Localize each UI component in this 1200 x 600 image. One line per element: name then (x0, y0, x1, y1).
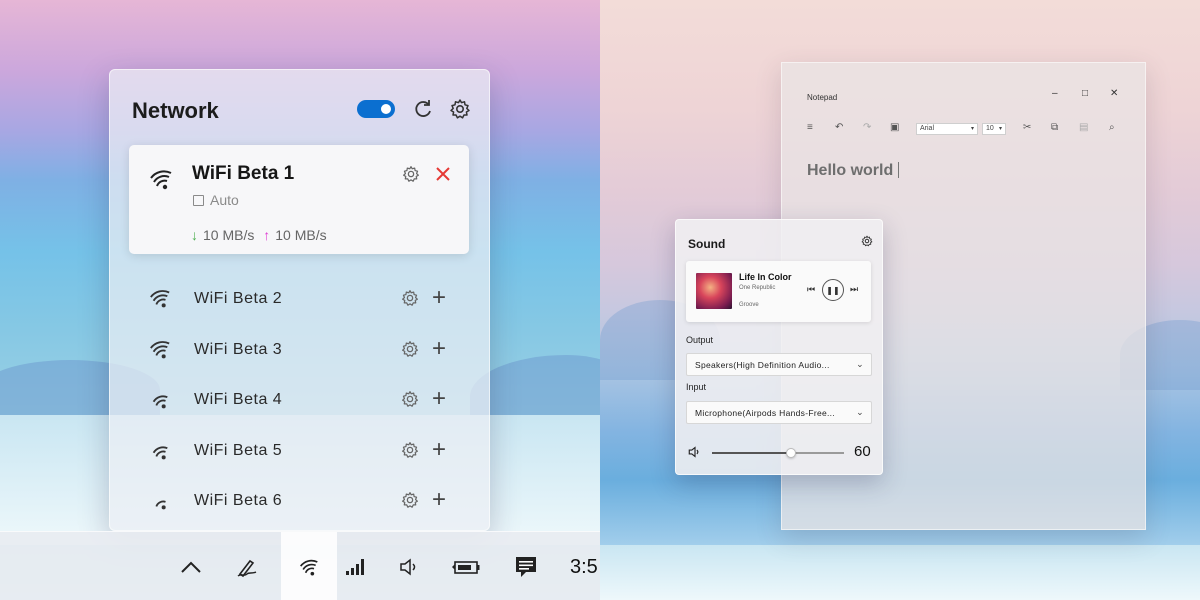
auto-connect-label: Auto (210, 192, 239, 208)
paste-icon[interactable]: ▤ (1079, 122, 1088, 133)
input-device-value: Microphone(Airpods Hands-Free... (695, 408, 835, 418)
output-device-dropdown[interactable]: Speakers(High Definition Audio... ⌄ (686, 353, 872, 376)
connect-plus-icon[interactable]: + (432, 387, 446, 411)
font-size-select[interactable]: 10 ▾ (982, 123, 1006, 135)
network-toggle[interactable] (357, 100, 395, 118)
network-list-item[interactable]: WiFi Beta 3 + (110, 330, 491, 370)
sound-flyout: Sound Life In Color One Republic Groove … (675, 219, 883, 475)
search-icon[interactable]: ⌕ (1109, 122, 1115, 133)
chevron-down-icon: ⌄ (856, 359, 864, 369)
disconnect-close-icon[interactable] (435, 166, 451, 182)
network-name: WiFi Beta 6 (194, 492, 283, 509)
connect-plus-icon[interactable]: + (432, 438, 446, 462)
pause-button[interactable]: ❚❚ (822, 279, 844, 301)
connect-plus-icon[interactable]: + (432, 337, 446, 361)
connect-plus-icon[interactable]: + (432, 286, 446, 310)
font-family-select[interactable]: Arial ▾ (916, 123, 978, 135)
undo-icon[interactable]: ↶ (835, 122, 843, 133)
volume-slider-thumb[interactable] (786, 448, 797, 458)
gear-icon[interactable] (401, 441, 419, 459)
download-arrow-icon: ↓ (191, 227, 198, 243)
gear-icon[interactable] (401, 340, 419, 358)
network-list-item[interactable]: WiFi Beta 2 + (110, 279, 491, 319)
wifi-signal-icon (150, 290, 170, 308)
close-icon[interactable]: ✕ (1110, 88, 1118, 99)
network-name: WiFi Beta 3 (194, 341, 283, 358)
network-settings-gear-icon[interactable] (402, 165, 420, 183)
document-text[interactable]: Hello world (807, 162, 900, 180)
volume-slider-fill (712, 452, 792, 454)
network-name: WiFi Beta 5 (194, 442, 283, 459)
minimize-icon[interactable]: – (1052, 88, 1058, 99)
snow-ground (600, 545, 1200, 600)
wifi-signal-icon (155, 500, 166, 510)
taskbar: 3:5 (0, 531, 600, 600)
font-family-value: Arial (920, 125, 935, 132)
wifi-signal-icon (152, 395, 168, 409)
song-artist: One Republic (739, 285, 776, 291)
connected-network-name: WiFi Beta 1 (192, 163, 295, 184)
network-flyout: Network WiFi Beta 1 Auto ↓ 10 MB/s ↑ 10 MB… (109, 69, 490, 531)
cellular-icon[interactable] (328, 532, 384, 600)
connect-plus-icon[interactable]: + (432, 488, 446, 512)
refresh-icon[interactable] (410, 96, 436, 122)
auto-connect-checkbox[interactable]: Auto (193, 192, 239, 208)
message-icon[interactable] (498, 532, 554, 600)
gear-icon[interactable] (401, 289, 419, 307)
network-list-item[interactable]: WiFi Beta 6 + (110, 481, 491, 521)
input-label: Input (686, 382, 707, 392)
maximize-icon[interactable]: □ (1082, 88, 1088, 99)
document-content[interactable]: Hello world (807, 162, 893, 179)
gear-icon[interactable] (401, 491, 419, 509)
battery-icon[interactable] (438, 532, 494, 600)
chevron-down-icon: ⌄ (856, 407, 864, 417)
settings-gear-icon[interactable] (447, 96, 473, 122)
sound-title: Sound (688, 237, 726, 251)
pause-icon: ❚❚ (826, 285, 840, 295)
clock-time[interactable]: 3:5 (570, 556, 598, 579)
upload-arrow-icon: ↑ (263, 227, 271, 243)
volume-value: 60 (854, 443, 871, 460)
download-speed: 10 MB/s (203, 227, 255, 243)
pen-icon[interactable] (219, 532, 275, 600)
copy-icon[interactable]: ⧉ (1051, 122, 1058, 133)
media-player-card: Life In Color One Republic Groove ⏮ ❚❚ ⏭ (686, 261, 871, 322)
window-title: Notepad (807, 93, 838, 102)
upload-speed: 10 MB/s (275, 227, 327, 243)
chevron-down-icon: ▾ (970, 126, 974, 132)
chevron-up-icon[interactable] (163, 532, 219, 600)
wifi-signal-icon (150, 341, 170, 359)
album-art (696, 273, 732, 309)
output-label: Output (686, 335, 714, 345)
network-list-item[interactable]: WiFi Beta 4 + (110, 380, 491, 420)
chevron-down-icon: ▾ (998, 126, 1002, 132)
volume-slider[interactable] (712, 448, 844, 458)
text-caret (898, 162, 900, 178)
sound-settings-gear-icon[interactable] (861, 235, 873, 247)
save-icon[interactable]: ▣ (890, 122, 899, 133)
menu-icon[interactable]: ≡ (807, 122, 813, 133)
input-device-dropdown[interactable]: Microphone(Airpods Hands-Free... ⌄ (686, 401, 872, 424)
network-name: WiFi Beta 2 (194, 290, 283, 307)
volume-icon[interactable] (382, 532, 438, 600)
network-title: Network (132, 98, 219, 123)
network-list-item[interactable]: WiFi Beta 5 + (110, 431, 491, 471)
song-title: Life In Color (739, 272, 792, 282)
previous-track-icon[interactable]: ⏮ (807, 284, 815, 295)
cut-icon[interactable]: ✂ (1023, 122, 1031, 133)
connected-network-card[interactable]: WiFi Beta 1 Auto ↓ 10 MB/s ↑ 10 MB/s (129, 145, 469, 254)
font-size-value: 10 (986, 125, 994, 132)
media-app-name: Groove (739, 302, 759, 308)
speaker-icon[interactable] (688, 445, 702, 459)
wifi-signal-icon (150, 170, 172, 190)
wifi-signal-icon (152, 446, 168, 460)
speed-readout: ↓ 10 MB/s ↑ 10 MB/s (191, 227, 327, 243)
redo-icon[interactable]: ↷ (863, 122, 871, 133)
output-device-value: Speakers(High Definition Audio... (695, 360, 830, 370)
gear-icon[interactable] (401, 390, 419, 408)
next-track-icon[interactable]: ⏭ (850, 284, 858, 295)
checkbox-box[interactable] (193, 195, 204, 206)
network-name: WiFi Beta 4 (194, 391, 283, 408)
